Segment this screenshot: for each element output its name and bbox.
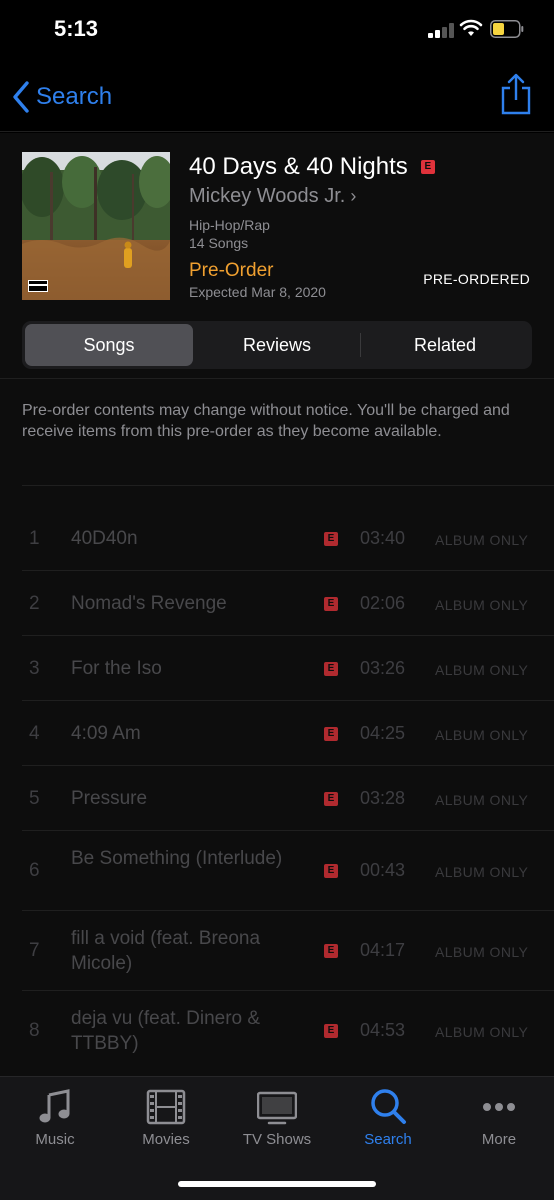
back-button[interactable]: Search [10, 80, 112, 114]
search-icon [371, 1089, 406, 1124]
explicit-badge: E [324, 864, 338, 878]
tab-movies[interactable]: Movies [111, 1077, 221, 1157]
album-only-label: ALBUM ONLY [435, 864, 529, 880]
track-row[interactable]: 3 For the Iso E 03:26 ALBUM ONLY [0, 636, 554, 701]
explicit-badge: E [324, 597, 338, 611]
more-icon [483, 1103, 515, 1111]
track-row[interactable]: 2 Nomad's Revenge E 02:06 ALBUM ONLY [0, 571, 554, 636]
track-duration: 00:43 [360, 860, 406, 880]
album-artwork [22, 152, 170, 300]
home-indicator[interactable] [178, 1181, 376, 1187]
tab-label: Music [35, 1131, 75, 1148]
album-title-text: 40 Days & 40 Nights [189, 153, 408, 180]
explicit-badge: E [420, 160, 435, 174]
track-row[interactable]: 8 deja vu (feat. Dinero & TTBBY) E 04:53… [0, 991, 554, 1071]
tab-songs[interactable]: Songs [25, 324, 193, 366]
album-detail-content[interactable]: 40 Days & 40 Nights E Mickey Woods Jr. ›… [0, 133, 554, 1076]
preorder-notice: Pre-order contents may change without no… [22, 402, 510, 440]
battery-icon [490, 20, 524, 38]
album-only-label: ALBUM ONLY [435, 1024, 529, 1040]
status-bar: 5:13 [0, 0, 554, 60]
album-only-label: ALBUM ONLY [435, 792, 529, 808]
tab-more[interactable]: More [444, 1077, 554, 1157]
divider [0, 378, 554, 379]
tab-label: Movies [142, 1131, 190, 1148]
divider [22, 485, 554, 486]
track-title: 4:09 Am [71, 723, 141, 744]
explicit-badge: E [324, 532, 338, 546]
music-note-icon [39, 1089, 70, 1123]
track-number: 1 [29, 528, 40, 549]
track-row[interactable]: 1 40D40n E 03:40 ALBUM ONLY [0, 506, 554, 571]
album-only-label: ALBUM ONLY [435, 597, 529, 613]
wifi-icon [459, 19, 483, 36]
track-duration: 03:40 [360, 528, 406, 548]
cellular-signal-icon [428, 22, 454, 38]
track-number: 7 [29, 940, 40, 961]
explicit-badge: E [324, 1024, 338, 1038]
album-title: 40 Days & 40 Nights E [189, 153, 435, 181]
segmented-control: Songs Reviews Related [22, 321, 532, 369]
track-title: 40D40n [71, 528, 138, 549]
track-duration: 04:25 [360, 723, 406, 743]
tab-bar: Music Movies TV Shows Search More [0, 1076, 554, 1200]
album-only-label: ALBUM ONLY [435, 662, 529, 678]
expected-release-date: Expected Mar 8, 2020 [189, 284, 326, 300]
track-row[interactable]: 5 Pressure E 03:28 ALBUM ONLY [0, 766, 554, 831]
explicit-badge: E [324, 944, 338, 958]
track-title: Be Something (Interlude) [71, 848, 283, 869]
chevron-right-icon: › [350, 186, 357, 206]
track-number: 3 [29, 658, 40, 679]
track-title: For the Iso [71, 658, 162, 679]
navigation-bar: Search [0, 60, 554, 132]
track-number: 6 [29, 860, 40, 881]
chevron-left-icon [13, 81, 29, 113]
preorder-label: Pre-Order [189, 260, 274, 281]
track-title: Pressure [71, 788, 148, 809]
track-duration: 04:17 [360, 940, 406, 960]
track-duration: 02:06 [360, 593, 406, 613]
track-row[interactable]: 7 fill a void (feat. Breona Micole) E 04… [0, 911, 554, 991]
tab-label: Search [364, 1131, 412, 1148]
album-only-label: ALBUM ONLY [435, 532, 529, 548]
tv-icon [257, 1091, 297, 1125]
track-number: 5 [29, 788, 40, 809]
back-button-label: Search [36, 83, 113, 110]
artist-name: Mickey Woods Jr. [189, 185, 346, 207]
tab-label: More [481, 1131, 517, 1148]
artist-link[interactable]: Mickey Woods Jr. › [189, 185, 356, 208]
album-genre: Hip-Hop/Rap [189, 217, 270, 233]
track-title: fill a void (feat. Breona Micole) [71, 928, 261, 974]
segment-divider [360, 333, 361, 357]
tab-search[interactable]: Search [333, 1077, 443, 1157]
tab-music[interactable]: Music [0, 1077, 110, 1157]
track-title: Nomad's Revenge [71, 593, 227, 614]
track-number: 8 [29, 1020, 40, 1041]
explicit-badge: E [324, 792, 338, 806]
album-song-count: 14 Songs [189, 235, 249, 251]
explicit-badge: E [324, 662, 338, 676]
explicit-badge: E [324, 727, 338, 741]
tab-tv-shows[interactable]: TV Shows [222, 1077, 332, 1157]
track-duration: 03:28 [360, 788, 406, 808]
status-time: 5:13 [54, 16, 99, 41]
film-icon [146, 1089, 186, 1125]
tab-label: TV Shows [242, 1131, 312, 1148]
track-number: 4 [29, 723, 40, 744]
track-row[interactable]: 4 4:09 Am E 04:25 ALBUM ONLY [0, 701, 554, 766]
share-icon[interactable] [500, 73, 532, 115]
track-title: deja vu (feat. Dinero & TTBBY) [71, 1008, 261, 1054]
album-only-label: ALBUM ONLY [435, 727, 529, 743]
track-duration: 03:26 [360, 658, 406, 678]
track-number: 2 [29, 593, 40, 614]
tab-reviews[interactable]: Reviews [193, 324, 361, 366]
track-duration: 04:53 [360, 1020, 406, 1040]
tab-related[interactable]: Related [361, 324, 529, 366]
preordered-status: PRE-ORDERED [423, 271, 530, 287]
album-only-label: ALBUM ONLY [435, 944, 529, 960]
track-row[interactable]: 6 Be Something (Interlude) E 00:43 ALBUM… [0, 831, 554, 911]
